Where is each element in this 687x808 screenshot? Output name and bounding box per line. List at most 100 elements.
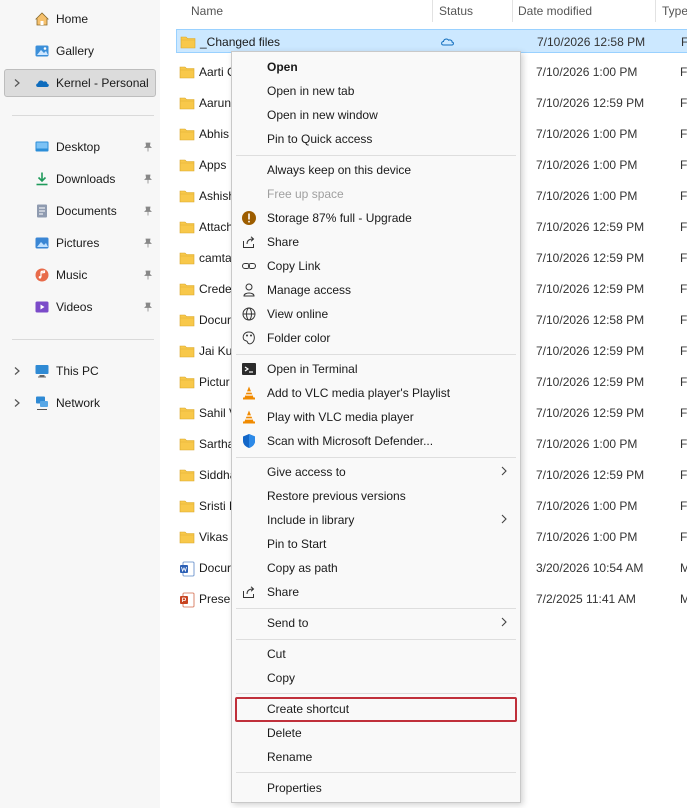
menu-item-pin-start[interactable]: Pin to Start <box>232 532 520 556</box>
column-header-type[interactable]: Type <box>662 0 687 22</box>
pin-icon[interactable] <box>143 270 153 280</box>
menu-item-copy-as-path[interactable]: Copy as path <box>232 556 520 580</box>
folder-icon <box>179 220 195 237</box>
file-type: File f <box>680 220 687 234</box>
folder-icon <box>179 158 195 175</box>
menu-item-always-keep[interactable]: Always keep on this device <box>232 158 520 182</box>
column-header-name[interactable]: Name <box>191 0 223 22</box>
person-icon <box>243 283 255 297</box>
nav-gallery[interactable]: Gallery <box>0 37 160 65</box>
file-date-modified: 7/10/2026 12:59 PM <box>536 468 645 482</box>
file-name: Abhis <box>199 127 230 141</box>
menu-item-label: Always keep on this device <box>267 163 412 177</box>
file-type: File f <box>680 65 687 79</box>
menu-item-scan-defender[interactable]: Scan with Microsoft Defender... <box>232 429 520 453</box>
nav-this-pc[interactable]: This PC <box>0 357 160 385</box>
nav-desktop-label: Desktop <box>56 140 101 154</box>
chevron-right-icon[interactable] <box>12 398 22 408</box>
menu-item-include-library[interactable]: Include in library <box>232 508 520 532</box>
menu-item-label: Storage 87% full - Upgrade <box>267 211 412 225</box>
nav-videos[interactable]: Videos <box>0 293 160 321</box>
menu-item-storage-upgrade[interactable]: Storage 87% full - Upgrade <box>232 206 520 230</box>
sidebar-divider <box>12 339 154 340</box>
menu-item-pin-quick-access[interactable]: Pin to Quick access <box>232 127 520 151</box>
column-separator[interactable] <box>655 0 656 22</box>
file-date-modified: 7/10/2026 12:59 PM <box>536 406 645 420</box>
nav-videos-label: Videos <box>56 300 93 314</box>
menu-item-label: Rename <box>267 750 313 764</box>
nav-pictures[interactable]: Pictures <box>0 229 160 257</box>
menu-item-open-terminal[interactable]: Open in Terminal <box>232 357 520 381</box>
menu-item-vlc-add-playlist[interactable]: Add to VLC media player's Playlist <box>232 381 520 405</box>
menu-item-label: Send to <box>267 616 309 630</box>
menu-item-open-new-window[interactable]: Open in new window <box>232 103 520 127</box>
menu-item-send-to[interactable]: Send to <box>232 611 520 635</box>
nav-kernel-label: Kernel - Personal <box>56 76 149 90</box>
file-type: File f <box>680 468 687 482</box>
file-name: Jai Ku <box>199 344 233 358</box>
menu-separator <box>236 693 516 694</box>
file-date-modified: 7/10/2026 1:00 PM <box>536 189 638 203</box>
nav-home-label: Home <box>56 12 89 26</box>
menu-item-restore-versions[interactable]: Restore previous versions <box>232 484 520 508</box>
nav-desktop[interactable]: Desktop <box>0 133 160 161</box>
menu-item-label: Copy as path <box>267 561 338 575</box>
network-icon <box>36 396 48 410</box>
column-separator[interactable] <box>432 0 433 22</box>
menu-item-share-onedrive[interactable]: Share <box>232 230 520 254</box>
menu-item-view-online[interactable]: View online <box>232 302 520 326</box>
menu-item-folder-color[interactable]: Folder color <box>232 326 520 350</box>
column-header-date-modified[interactable]: Date modified <box>518 0 592 22</box>
file-type: File f <box>680 375 687 389</box>
nav-onedrive-kernel[interactable]: Kernel - Personal <box>0 69 160 97</box>
pin-icon[interactable] <box>143 206 153 216</box>
menu-item-delete[interactable]: Delete <box>232 721 520 745</box>
file-type: File f <box>680 530 687 544</box>
nav-home[interactable]: Home <box>0 5 160 33</box>
menu-item-label: Play with VLC media player <box>267 410 414 424</box>
column-separator[interactable] <box>512 0 513 22</box>
file-date-modified: 7/10/2026 1:00 PM <box>536 127 638 141</box>
menu-item-vlc-play[interactable]: Play with VLC media player <box>232 405 520 429</box>
shield-icon <box>243 434 255 448</box>
menu-item-copy[interactable]: Copy <box>232 666 520 690</box>
file-date-modified: 3/20/2026 10:54 AM <box>536 561 644 575</box>
menu-item-copy-link[interactable]: Copy Link <box>232 254 520 278</box>
nav-music[interactable]: Music <box>0 261 160 289</box>
menu-item-manage-access[interactable]: Manage access <box>232 278 520 302</box>
file-name: camta <box>199 251 232 265</box>
file-type: File f <box>680 96 687 110</box>
file-name: Vikas <box>199 530 229 544</box>
chevron-right-icon[interactable] <box>12 78 22 88</box>
menu-item-open-new-tab[interactable]: Open in new tab <box>232 79 520 103</box>
pin-icon[interactable] <box>143 302 153 312</box>
nav-downloads[interactable]: Downloads <box>0 165 160 193</box>
file-name: Apps <box>199 158 227 172</box>
file-type: Micr <box>680 592 687 606</box>
folder-icon <box>179 375 195 392</box>
menu-item-open[interactable]: Open <box>232 55 520 79</box>
menu-item-label: Give access to <box>267 465 346 479</box>
menu-item-label: Open in new window <box>267 108 378 122</box>
pin-icon[interactable] <box>143 142 153 152</box>
nav-network-label: Network <box>56 396 101 410</box>
chevron-right-icon[interactable] <box>12 366 22 376</box>
computer-icon <box>35 365 49 378</box>
menu-item-share[interactable]: Share <box>232 580 520 604</box>
nav-documents[interactable]: Documents <box>0 197 160 225</box>
menu-item-give-access[interactable]: Give access to <box>232 460 520 484</box>
pin-icon[interactable] <box>143 174 153 184</box>
menu-item-rename[interactable]: Rename <box>232 745 520 769</box>
menu-item-cut[interactable]: Cut <box>232 642 520 666</box>
folder-icon <box>179 96 195 113</box>
menu-item-properties[interactable]: Properties <box>232 776 520 800</box>
menu-item-label: Manage access <box>267 283 352 297</box>
column-header-status[interactable]: Status <box>439 0 473 22</box>
file-name: Pictur <box>199 375 230 389</box>
warning-icon <box>242 211 256 225</box>
file-row[interactable]: _Changed files 7/10/2026 12:58 PM File f <box>176 29 687 53</box>
nav-network[interactable]: Network <box>0 389 160 417</box>
menu-item-label: View online <box>267 307 329 321</box>
pin-icon[interactable] <box>143 238 153 248</box>
file-type: File f <box>680 282 687 296</box>
